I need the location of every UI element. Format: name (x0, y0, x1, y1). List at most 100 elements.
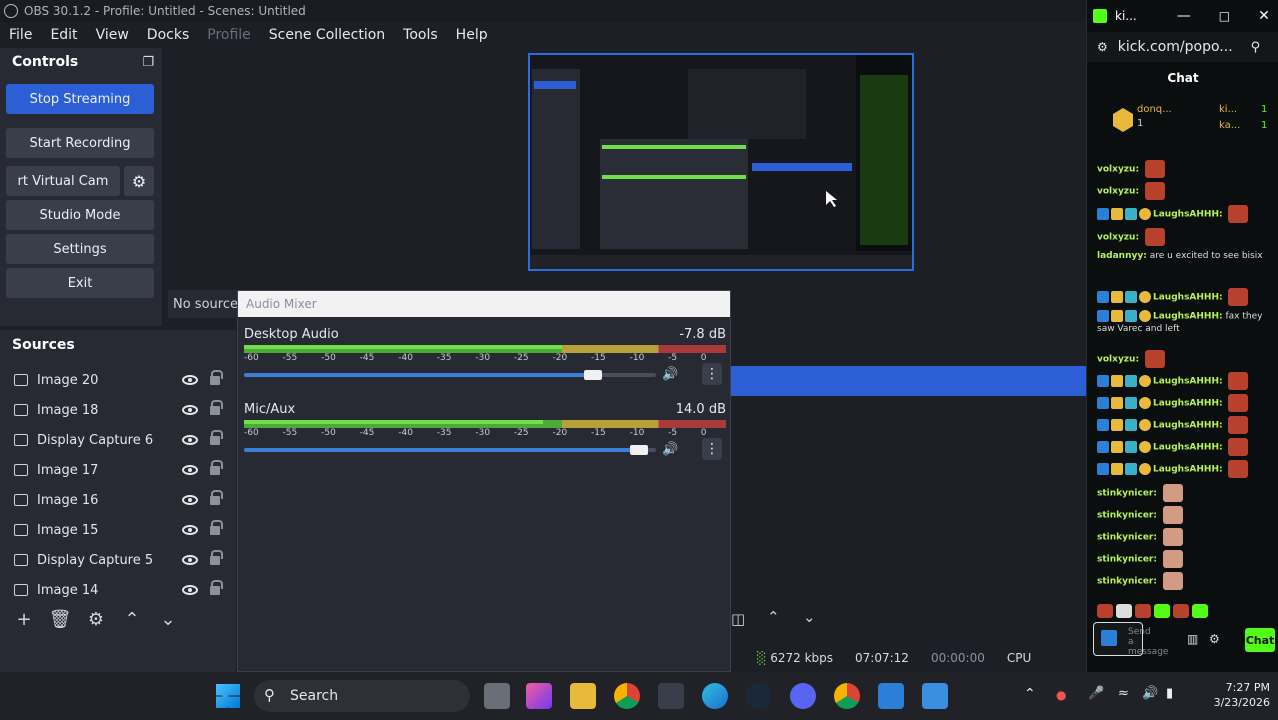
source-properties-gear-icon[interactable]: ⚙ (84, 609, 108, 630)
edge-icon[interactable] (702, 683, 728, 709)
chat-username[interactable]: volxyzu: (1097, 187, 1139, 197)
source-row[interactable]: Image 14 (0, 576, 232, 604)
store-icon[interactable] (658, 683, 684, 709)
scene-down-chevron-icon[interactable]: ⌄ (803, 608, 816, 626)
chat-settings-gear-icon[interactable]: ⚙ (1209, 632, 1220, 646)
copilot-icon[interactable] (526, 683, 552, 709)
chat-message[interactable]: LaughsAHHH: (1097, 205, 1267, 223)
menu-edit[interactable]: Edit (41, 27, 86, 43)
maximize-icon[interactable]: □ (1219, 9, 1230, 23)
taskbar-search[interactable]: ⚲ Search (254, 680, 470, 712)
settings-button[interactable]: Settings (6, 234, 154, 264)
site-settings-icon[interactable]: ⚙ (1097, 40, 1108, 54)
chat-message[interactable]: stinkynicer: (1097, 572, 1267, 590)
chat-username[interactable]: stinkynicer: (1097, 511, 1157, 521)
source-row[interactable]: Display Capture 6 (0, 426, 232, 454)
lock-icon[interactable] (210, 519, 223, 535)
chat-username[interactable]: LaughsAHHH: (1153, 399, 1223, 409)
chat-username[interactable]: LaughsAHHH: (1153, 377, 1223, 387)
system-clock[interactable]: 7:27 PM 3/23/2026 (1190, 680, 1270, 716)
visibility-eye-icon[interactable] (182, 435, 198, 445)
stream-preview[interactable] (528, 53, 914, 271)
chat-username[interactable]: stinkynicer: (1097, 533, 1157, 543)
discord-icon[interactable] (790, 683, 816, 709)
chat-message[interactable]: ladannyy: are u excited to see bisix (1097, 250, 1267, 262)
emote-icon[interactable] (1154, 603, 1170, 618)
tray-app-icon[interactable]: ● (1056, 688, 1066, 702)
speaker-icon[interactable]: 🔊 (662, 442, 678, 457)
source-row[interactable]: Image 15 (0, 516, 232, 544)
search-zoom-icon[interactable]: ⚲ (1251, 40, 1261, 55)
source-row[interactable]: Image 16 (0, 486, 232, 514)
steam-icon[interactable] (746, 683, 772, 709)
chat-username[interactable]: volxyzu: (1097, 355, 1139, 365)
scene-up-chevron-icon[interactable]: ⌃ (767, 608, 780, 626)
chat-message[interactable]: LaughsAHHH: (1097, 372, 1267, 390)
undock-icon[interactable]: ❐ (142, 55, 154, 70)
lock-icon[interactable] (210, 489, 223, 505)
lock-icon[interactable] (210, 399, 223, 415)
menu-file[interactable]: File (0, 27, 41, 43)
visibility-eye-icon[interactable] (182, 465, 198, 475)
chat-username[interactable]: volxyzu: (1097, 233, 1139, 243)
channel-menu-icon[interactable]: ⋮ (702, 363, 722, 385)
selected-scene-row[interactable] (731, 366, 1086, 396)
chat-username[interactable]: stinkynicer: (1097, 577, 1157, 587)
remove-source-trash-icon[interactable]: 🗑 (48, 609, 72, 630)
source-row[interactable]: Image 20 (0, 366, 232, 394)
chat-username[interactable]: LaughsAHHH: (1153, 210, 1223, 220)
lock-icon[interactable] (210, 369, 223, 385)
chat-message[interactable]: LaughsAHHH: (1097, 394, 1267, 412)
chat-username[interactable]: LaughsAHHH: (1153, 421, 1223, 431)
chat-message[interactable]: volxyzu: (1097, 350, 1267, 368)
lock-icon[interactable] (210, 579, 223, 595)
chat-message[interactable]: LaughsAHHH: (1097, 438, 1267, 456)
minimize-icon[interactable]: — (1177, 8, 1191, 24)
lock-icon[interactable] (210, 429, 223, 445)
chrome-active-icon[interactable] (834, 683, 860, 709)
emote-icon[interactable] (1173, 603, 1189, 618)
address-bar[interactable]: ⚙ kick.com/popo... ⚲ (1087, 32, 1278, 62)
scene-filter-icon[interactable]: ◫ (731, 610, 745, 628)
chrome-icon[interactable] (614, 683, 640, 709)
chat-message[interactable]: volxyzu: (1097, 160, 1267, 178)
start-recording-button[interactable]: Start Recording (6, 128, 154, 158)
emote-icon[interactable] (1135, 603, 1151, 618)
volume-icon[interactable]: 🔊 (1142, 686, 1158, 701)
menu-view[interactable]: View (87, 27, 138, 43)
emote-picker-icon[interactable]: ▥ (1187, 632, 1198, 646)
battery-icon[interactable]: ▮ (1166, 686, 1173, 701)
microphone-icon[interactable]: 🎤 (1088, 686, 1104, 701)
volume-slider[interactable] (244, 370, 656, 380)
chat-message[interactable]: stinkynicer: (1097, 506, 1267, 524)
chat-username[interactable]: ladannyy: (1097, 251, 1147, 261)
chat-message[interactable]: stinkynicer: (1097, 550, 1267, 568)
chat-message[interactable]: stinkynicer: (1097, 484, 1267, 502)
chat-username[interactable]: LaughsAHHH: (1153, 293, 1223, 303)
chat-send-button[interactable]: Chat (1245, 628, 1275, 652)
exit-button[interactable]: Exit (6, 268, 154, 298)
task-view-icon[interactable] (484, 683, 510, 709)
emote-icon[interactable] (1192, 603, 1208, 618)
lock-icon[interactable] (210, 549, 223, 565)
volume-knob[interactable] (584, 370, 603, 380)
app-icon[interactable] (878, 683, 904, 709)
visibility-eye-icon[interactable] (182, 555, 198, 565)
speaker-icon[interactable]: 🔊 (662, 367, 678, 382)
wifi-icon[interactable]: ≈ (1118, 686, 1129, 701)
visibility-eye-icon[interactable] (182, 375, 198, 385)
visibility-eye-icon[interactable] (182, 405, 198, 415)
lock-icon[interactable] (210, 459, 223, 475)
move-down-chevron-icon[interactable]: ⌄ (156, 609, 180, 630)
volume-knob[interactable] (629, 445, 648, 455)
chat-username[interactable]: stinkynicer: (1097, 489, 1157, 499)
chat-message[interactable]: volxyzu: (1097, 182, 1267, 200)
volume-slider[interactable] (244, 445, 656, 455)
chat-username[interactable]: stinkynicer: (1097, 555, 1157, 565)
menu-tools[interactable]: Tools (394, 27, 447, 43)
emote-icon[interactable] (1097, 603, 1113, 618)
stop-streaming-button[interactable]: Stop Streaming (6, 84, 154, 114)
source-row[interactable]: Image 18 (0, 396, 232, 424)
channel-menu-icon[interactable]: ⋮ (702, 438, 722, 460)
close-icon[interactable]: ✕ (1258, 8, 1270, 24)
